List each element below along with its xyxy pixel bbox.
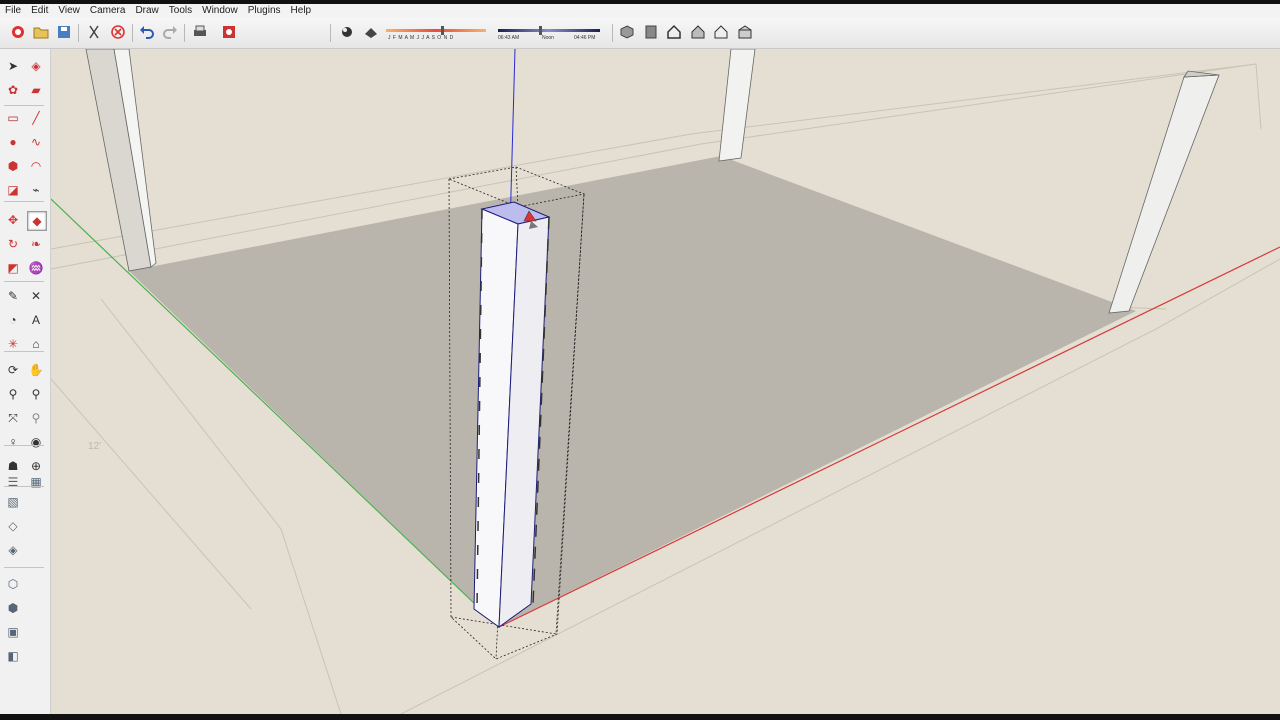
select-arrow-icon[interactable]: ➤ [4,57,22,75]
line-icon[interactable]: ╱ [27,109,45,127]
large-tool-set: ➤ ◈ ✿ ▰ ▭ ╱ ● ∿ ⬢ ◠ ◪ ⌁ ✥ ◆ ↻ ❧ ◩ ♒ ✎ ✕ ◔ A ✳ ⌂ ⟳ ✋ ⚲ ⚲ ⤧ ⚲ ♀ ◉ ☗ ⊕ ☰ ▦ ▧ ◇ ◈ ⬡… [0,49,51,714]
months-label: J F M A M J J A S O N D [388,35,454,41]
top-view-icon[interactable] [641,22,661,42]
right-view-icon[interactable] [688,22,708,42]
previous-view-icon[interactable]: ⚲ [27,409,45,427]
dimension-icon[interactable]: ✕ [27,287,45,305]
time-slider[interactable] [498,29,600,32]
end-time: 04:46 PM [574,35,596,41]
left-view-icon[interactable] [735,22,755,42]
save-icon[interactable] [54,22,74,42]
sandbox-icon[interactable]: ☰ [4,473,22,491]
xray-icon[interactable]: ◇ [4,517,22,535]
time-slider-thumb[interactable] [538,26,542,35]
cut-icon[interactable] [84,22,104,42]
rotate-icon[interactable]: ↻ [4,235,22,253]
paint-bucket-icon[interactable]: ◈ [27,57,45,75]
model-canvas[interactable] [51,49,1280,714]
back-view-icon[interactable] [711,22,731,42]
floor-slab[interactable] [129,156,1136,627]
month-slider-thumb[interactable] [441,26,444,35]
measurement-label: 12' [88,441,102,452]
menu-help[interactable]: Help [286,4,317,18]
shaded-icon[interactable]: ⬢ [4,599,22,617]
menu-draw[interactable]: Draw [130,4,163,18]
corner-post-left[interactable] [85,49,157,272]
month-slider[interactable] [386,29,486,32]
pan-icon[interactable]: ✋ [27,361,45,379]
menu-edit[interactable]: Edit [26,4,53,18]
drape-icon[interactable]: ▦ [27,473,45,491]
text-icon[interactable]: A [27,311,45,329]
menu-camera[interactable]: Camera [85,4,131,18]
redo-icon[interactable] [160,22,180,42]
push-pull-active-icon[interactable]: ◆ [27,211,47,231]
open-folder-icon[interactable] [31,22,51,42]
position-camera-icon[interactable]: ♀ [4,433,22,451]
shadow-settings-panel: J F M A M J J A S O N D 06:43 AM Noon 04… [336,21,608,45]
start-time: 06:43 AM [498,35,520,41]
print-icon[interactable] [190,22,210,42]
wireframe-icon[interactable]: ◈ [4,541,22,559]
make-component-icon[interactable]: ✿ [4,81,22,99]
offset-icon[interactable]: ⌁ [27,181,45,199]
circle-icon[interactable]: ● [4,133,22,151]
menu-tools[interactable]: Tools [164,4,197,18]
follow-me-icon[interactable]: ❧ [27,235,45,253]
rectangle-icon[interactable]: ▭ [4,109,22,127]
shaded-texture-icon[interactable]: ▣ [4,623,22,641]
protractor-icon[interactable]: ◔ [4,311,22,329]
main-toolbar: J F M A M J J A S O N D 06:43 AM Noon 04… [0,18,1280,49]
menu-view[interactable]: View [53,4,85,18]
menu-window[interactable]: Window [197,4,243,18]
noon-label: Noon [542,35,554,41]
orbit-icon[interactable]: ⟳ [4,361,22,379]
monochrome-icon[interactable]: ◧ [4,647,22,665]
undo-icon[interactable] [137,22,157,42]
look-around-icon[interactable]: ◉ [27,433,45,451]
polygon-icon[interactable]: ⬢ [4,157,22,175]
erase-icon[interactable] [108,22,128,42]
drawing-area[interactable]: 12' [51,49,1280,714]
offset-curve-icon[interactable]: ♒ [27,259,45,277]
zoom-extents-icon[interactable]: ⤧ [4,409,22,427]
model-info-icon[interactable] [219,22,239,42]
hidden-line-icon[interactable]: ⬡ [4,575,22,593]
iso-view-icon[interactable] [617,22,637,42]
move-icon[interactable]: ✥ [4,211,22,229]
front-view-icon[interactable] [664,22,684,42]
tape-measure-icon[interactable]: ✎ [4,287,22,305]
eraser-icon[interactable]: ▰ [27,81,45,99]
scale-icon[interactable]: ◩ [4,259,22,277]
corner-post-right[interactable] [1108,70,1220,314]
freehand-icon[interactable]: ∿ [27,133,45,151]
menu-plugins[interactable]: Plugins [243,4,286,18]
push-pull-icon[interactable]: ◪ [4,181,22,199]
zoom-window-icon[interactable]: ⚲ [27,385,45,403]
sketchup-logo-icon[interactable] [8,22,28,42]
zoom-icon[interactable]: ⚲ [4,385,22,403]
menu-bar: File Edit View Camera Draw Tools Window … [0,4,1280,18]
sketchup-window: File Edit View Camera Draw Tools Window … [0,4,1280,714]
corner-post-back[interactable] [718,49,756,162]
menu-file[interactable]: File [0,4,26,18]
arc-icon[interactable]: ◠ [27,157,45,175]
stamp-icon[interactable]: ▧ [4,493,22,511]
